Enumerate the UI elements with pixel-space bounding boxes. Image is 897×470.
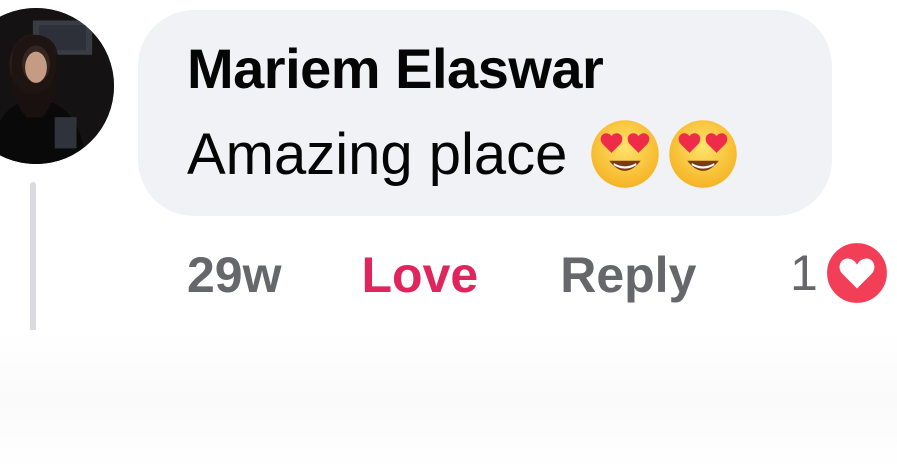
heart-eyes-emoji: [589, 118, 661, 190]
comment-body: Amazing place: [187, 118, 739, 190]
heart-eyes-emoji: [667, 118, 739, 190]
comment-screen: Mariem Elaswar Amazing place 29w Love Re…: [0, 0, 897, 470]
timestamp[interactable]: 29w: [187, 246, 282, 304]
love-button[interactable]: Love: [362, 246, 479, 304]
avatar[interactable]: [0, 8, 114, 164]
reaction-summary[interactable]: 1: [790, 238, 890, 308]
comment-actions: 29w Love Reply: [187, 240, 696, 310]
author-name[interactable]: Mariem Elaswar: [187, 36, 604, 101]
comment-text: Amazing place: [187, 121, 568, 187]
blurred-footer-area: [0, 330, 897, 470]
reply-button[interactable]: Reply: [560, 246, 696, 304]
avatar-photo: [0, 8, 114, 164]
reaction-count: 1: [790, 245, 818, 301]
heart-reaction-icon: [824, 240, 890, 306]
